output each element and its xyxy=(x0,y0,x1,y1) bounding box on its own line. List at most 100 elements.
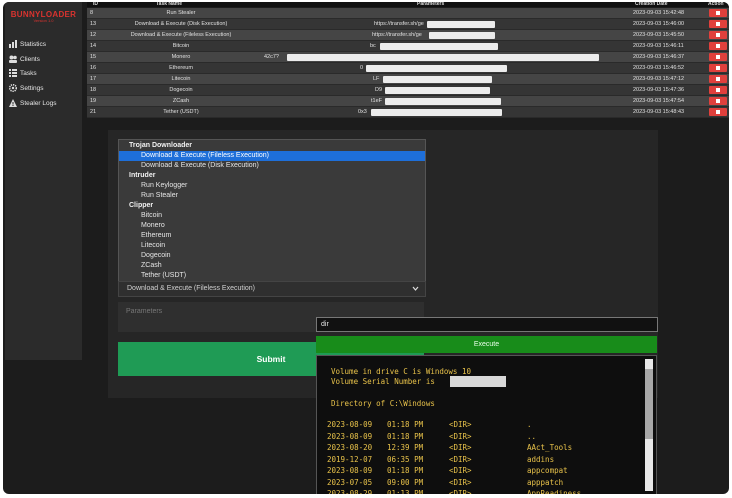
delete-button[interactable] xyxy=(709,64,727,72)
delete-button[interactable] xyxy=(709,20,727,28)
command-input[interactable]: dir xyxy=(316,317,658,332)
row-id: 18 xyxy=(90,87,97,93)
header-creation-date: Creation Date xyxy=(635,2,668,7)
row-task: Run Stealer xyxy=(166,10,196,16)
console-scrollbar[interactable] xyxy=(645,359,653,491)
sidebar-item-label: Clients xyxy=(20,55,40,63)
command-value: dir xyxy=(321,321,329,328)
sidebar-item-label: Tasks xyxy=(20,69,37,77)
entry-time: 01:13 PM xyxy=(387,489,424,494)
row-param: 0 xyxy=(360,65,364,71)
task-type-select[interactable]: Download & Execute (Fileless Execution) xyxy=(118,281,426,297)
row-date: 2023-09-03 15:46:00 xyxy=(633,21,685,27)
entry-time: 01:18 PM xyxy=(387,431,424,441)
redacted-value xyxy=(429,32,495,39)
row-param: https://transfer.sh/ge xyxy=(372,32,422,38)
entry-date: 2023-08-09 xyxy=(327,431,373,441)
row-param: https://transfer.sh/ge xyxy=(374,21,424,27)
redacted-value xyxy=(287,54,599,61)
redacted-value xyxy=(371,109,502,116)
sidebar-item-label: Stealer Logs xyxy=(20,99,57,107)
entry-type: <DIR> xyxy=(449,466,472,475)
header-parameters: Parameters xyxy=(417,2,445,7)
table-row: 18 Dogecoin D9 2023-09-03 15:47:36 xyxy=(87,85,729,96)
trash-icon xyxy=(716,110,720,114)
sidebar-item-clients[interactable]: Clients xyxy=(9,53,40,65)
row-id: 15 xyxy=(90,54,97,60)
table-row: 13 Download & Execute (Disk Execution) h… xyxy=(87,19,729,30)
redacted-value xyxy=(380,43,498,50)
table-row: 17 Litecoin LF 2023-09-03 15:47:12 xyxy=(87,74,729,85)
row-task: Litecoin xyxy=(171,76,191,82)
sidebar-item-label: Statistics xyxy=(20,40,47,48)
row-date: 2023-09-03 15:46:11 xyxy=(633,43,684,49)
option-run-stealer[interactable]: Run Stealer xyxy=(141,191,425,201)
scrollbar-thumb[interactable] xyxy=(645,369,653,439)
console-directory-line: Directory of C:\Windows xyxy=(331,399,435,408)
option-bitcoin[interactable]: Bitcoin xyxy=(141,211,425,221)
table-row: 14 Bitcoin bc 2023-09-03 15:46:11 xyxy=(87,41,729,52)
console-serial-line: Volume Serial Number is xyxy=(331,377,435,386)
row-date: 2023-09-03 15:47:12 xyxy=(633,76,685,82)
option-tether[interactable]: Tether (USDT) xyxy=(141,271,425,281)
trash-icon xyxy=(716,88,720,92)
entry-type: <DIR> xyxy=(449,489,472,494)
entry-date: 2023-08-20 xyxy=(327,443,373,452)
redacted-value xyxy=(385,98,501,105)
app-window: BUNNYLOADER Version 1.0 Statistics Clien… xyxy=(3,2,729,494)
table-row: 21 Tether (USDT) 0x3 2023-09-03 15:48:43 xyxy=(87,107,729,118)
delete-button[interactable] xyxy=(709,9,727,17)
header-action: Action xyxy=(708,2,724,7)
redacted-value xyxy=(383,76,492,83)
entry-date: 2019-12-07 xyxy=(327,454,373,464)
row-param: 0x3 xyxy=(358,109,367,115)
sidebar: BUNNYLOADER Version 1.0 Statistics Clien… xyxy=(5,2,82,360)
delete-button[interactable] xyxy=(709,97,727,105)
header-id: ID xyxy=(93,2,98,7)
row-date: 2023-09-03 15:42:48 xyxy=(633,10,685,16)
row-task: Tether (USDT) xyxy=(163,109,199,115)
sidebar-item-statistics[interactable]: Statistics xyxy=(9,38,46,50)
optgroup-intruder: Intruder xyxy=(129,172,156,179)
task-type-listbox[interactable]: Trojan Downloader Download & Execute (Fi… xyxy=(118,139,426,282)
entry-time: 01:18 PM xyxy=(387,466,424,475)
sidebar-item-stealer-logs[interactable]: Stealer Logs xyxy=(9,97,57,109)
table-row: 15 Monero 42c7? 2023-09-03 15:46:37 xyxy=(87,52,729,63)
option-litecoin[interactable]: Litecoin xyxy=(141,241,425,251)
delete-button[interactable] xyxy=(709,42,727,50)
delete-button[interactable] xyxy=(709,31,727,39)
parameters-placeholder: Parameters xyxy=(126,308,163,315)
option-zcash[interactable]: ZCash xyxy=(141,261,425,271)
row-id: 13 xyxy=(90,21,97,27)
entry-name: .. xyxy=(527,431,537,441)
entry-name: appcompat xyxy=(527,466,568,475)
delete-button[interactable] xyxy=(709,108,727,116)
delete-button[interactable] xyxy=(709,75,727,83)
chevron-down-icon xyxy=(412,282,419,302)
trash-icon xyxy=(716,55,720,59)
option-dogecoin[interactable]: Dogecoin xyxy=(141,251,425,261)
entry-time: 06:35 PM xyxy=(387,454,424,464)
row-task: Dogecoin xyxy=(169,87,193,93)
redacted-value xyxy=(385,87,490,94)
users-icon xyxy=(9,55,17,63)
entry-date: 2023-08-09 xyxy=(327,466,373,475)
row-date: 2023-09-03 15:46:37 xyxy=(633,54,685,60)
option-run-keylogger[interactable]: Run Keylogger xyxy=(141,181,425,191)
entry-name: . xyxy=(527,420,532,429)
delete-button[interactable] xyxy=(709,53,727,61)
sidebar-item-tasks[interactable]: Tasks xyxy=(9,67,37,79)
option-monero[interactable]: Monero xyxy=(141,221,425,231)
option-download-execute-disk[interactable]: Download & Execute (Disk Execution) xyxy=(141,161,425,171)
sidebar-item-settings[interactable]: Settings xyxy=(8,82,44,94)
row-task: Bitcoin xyxy=(172,43,190,49)
trash-icon xyxy=(716,33,720,37)
option-download-execute-fileless[interactable]: Download & Execute (Fileless Execution) xyxy=(119,151,425,161)
delete-button[interactable] xyxy=(709,86,727,94)
execute-button[interactable]: Execute xyxy=(316,336,657,353)
table-row: 19 ZCash t1eF 2023-09-03 15:47:54 xyxy=(87,96,729,107)
trash-icon xyxy=(716,22,720,26)
option-ethereum[interactable]: Ethereum xyxy=(141,231,425,241)
select-value: Download & Execute (Fileless Execution) xyxy=(127,285,256,292)
entry-time: 12:39 PM xyxy=(387,443,424,452)
